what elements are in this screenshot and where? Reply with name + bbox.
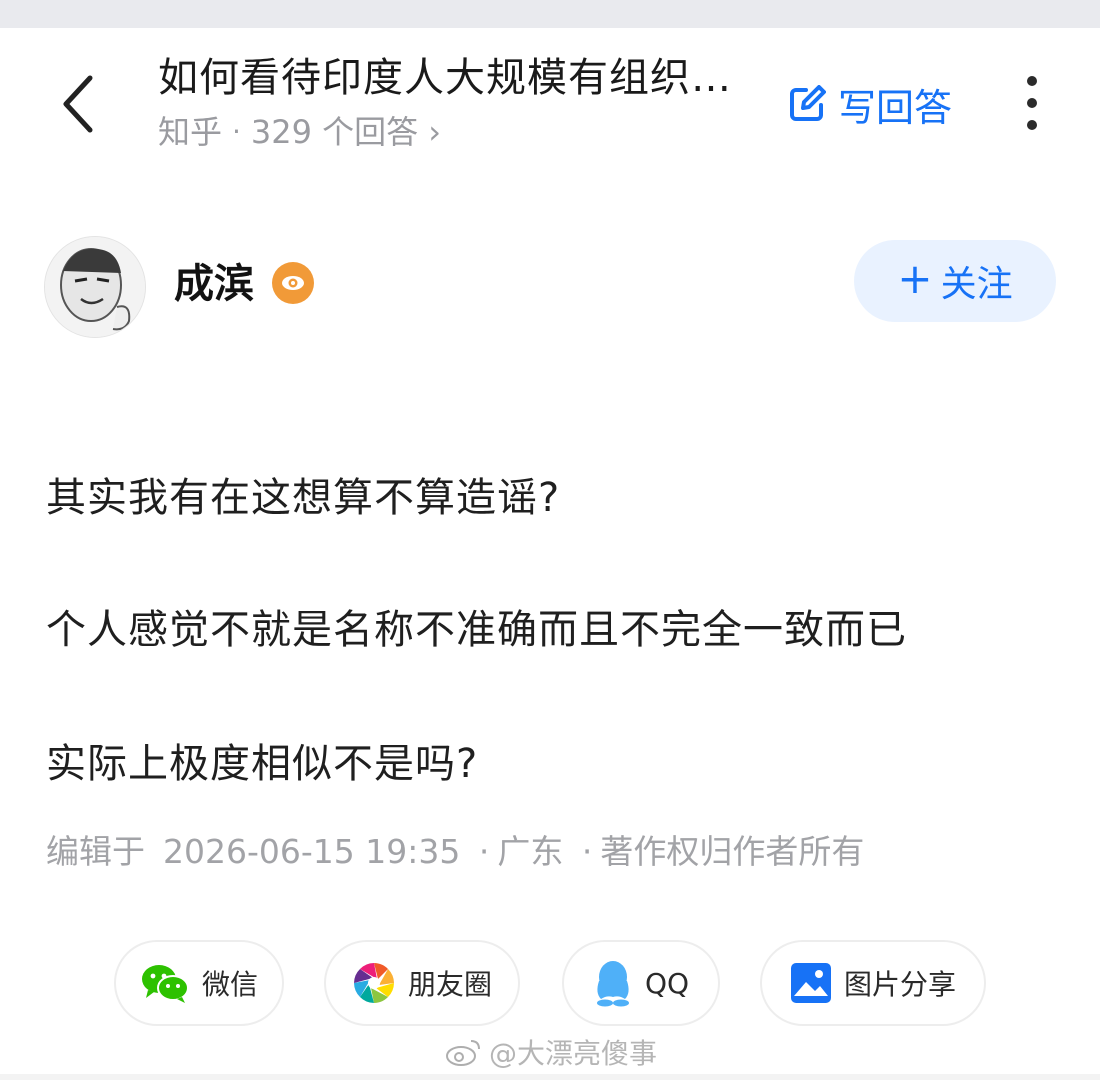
share-wechat-label: 微信 bbox=[201, 968, 258, 1001]
edit-location: 广东 bbox=[497, 832, 564, 871]
copyright-notice: 著作权归作者所有 bbox=[600, 832, 865, 871]
edit-prefix: 编辑于 bbox=[46, 832, 145, 871]
back-button[interactable] bbox=[48, 64, 108, 144]
share-qq-button[interactable]: QQ bbox=[562, 940, 720, 1026]
share-image-button[interactable]: 图片分享 bbox=[760, 940, 986, 1026]
more-vertical-icon bbox=[1027, 76, 1037, 86]
source-label: 知乎 bbox=[158, 113, 223, 151]
answer-meta: 编辑于 2026-06-15 19:35 · 广东 · 著作权归作者所有 bbox=[46, 826, 864, 878]
edit-icon bbox=[790, 85, 826, 121]
question-header[interactable]: 如何看待印度人大规模有组织… 知乎 · 329 个回答 › bbox=[158, 50, 768, 156]
more-dot bbox=[1027, 120, 1037, 130]
author-name[interactable]: 成滨 bbox=[174, 258, 254, 310]
answer-paragraph: 个人感觉不就是名称不准确而且不完全一致而已 bbox=[46, 607, 907, 653]
qq-icon bbox=[596, 961, 629, 1007]
edit-time: 2026-06-15 19:35 bbox=[163, 832, 461, 871]
meta-separator: · bbox=[232, 115, 241, 148]
chevron-right-icon: › bbox=[428, 113, 441, 151]
eye-badge-icon bbox=[272, 262, 314, 304]
share-moments-button[interactable]: 朋友圈 bbox=[324, 940, 520, 1026]
more-dot bbox=[1027, 98, 1037, 108]
share-moments-label: 朋友圈 bbox=[407, 968, 492, 1001]
answer-count: 329 个回答 bbox=[250, 113, 419, 151]
watermark: @大漂亮傻事 bbox=[445, 1032, 657, 1072]
question-meta[interactable]: 知乎 · 329 个回答 › bbox=[158, 108, 768, 156]
follow-button[interactable]: + 关注 bbox=[854, 240, 1056, 322]
answer-paragraph: 其实我有在这想算不算造谣? bbox=[46, 475, 561, 521]
follow-label: 关注 bbox=[940, 264, 1013, 305]
wechat-icon bbox=[141, 965, 189, 1003]
share-image-label: 图片分享 bbox=[843, 968, 956, 1001]
status-bar-strip bbox=[0, 0, 1100, 28]
watermark-text: @大漂亮傻事 bbox=[489, 1037, 658, 1070]
meta-dot: · bbox=[478, 832, 490, 871]
chevron-left-icon bbox=[63, 75, 93, 133]
bottom-divider bbox=[0, 1074, 1100, 1080]
avatar[interactable] bbox=[44, 236, 146, 338]
plus-icon: + bbox=[897, 254, 933, 303]
write-answer-label: 写回答 bbox=[838, 85, 953, 130]
question-title[interactable]: 如何看待印度人大规模有组织… bbox=[158, 50, 768, 106]
avatar-image bbox=[45, 237, 145, 337]
more-options-button[interactable] bbox=[1010, 76, 1054, 130]
meta-dot: · bbox=[581, 832, 593, 871]
answer-paragraph: 实际上极度相似不是吗? bbox=[46, 741, 479, 787]
weibo-icon bbox=[446, 1040, 480, 1066]
share-wechat-button[interactable]: 微信 bbox=[114, 940, 284, 1026]
share-qq-label: QQ bbox=[644, 966, 690, 1000]
image-icon bbox=[790, 963, 831, 1003]
write-answer-button[interactable]: 写回答 bbox=[788, 76, 952, 132]
moments-icon bbox=[353, 963, 394, 1003]
